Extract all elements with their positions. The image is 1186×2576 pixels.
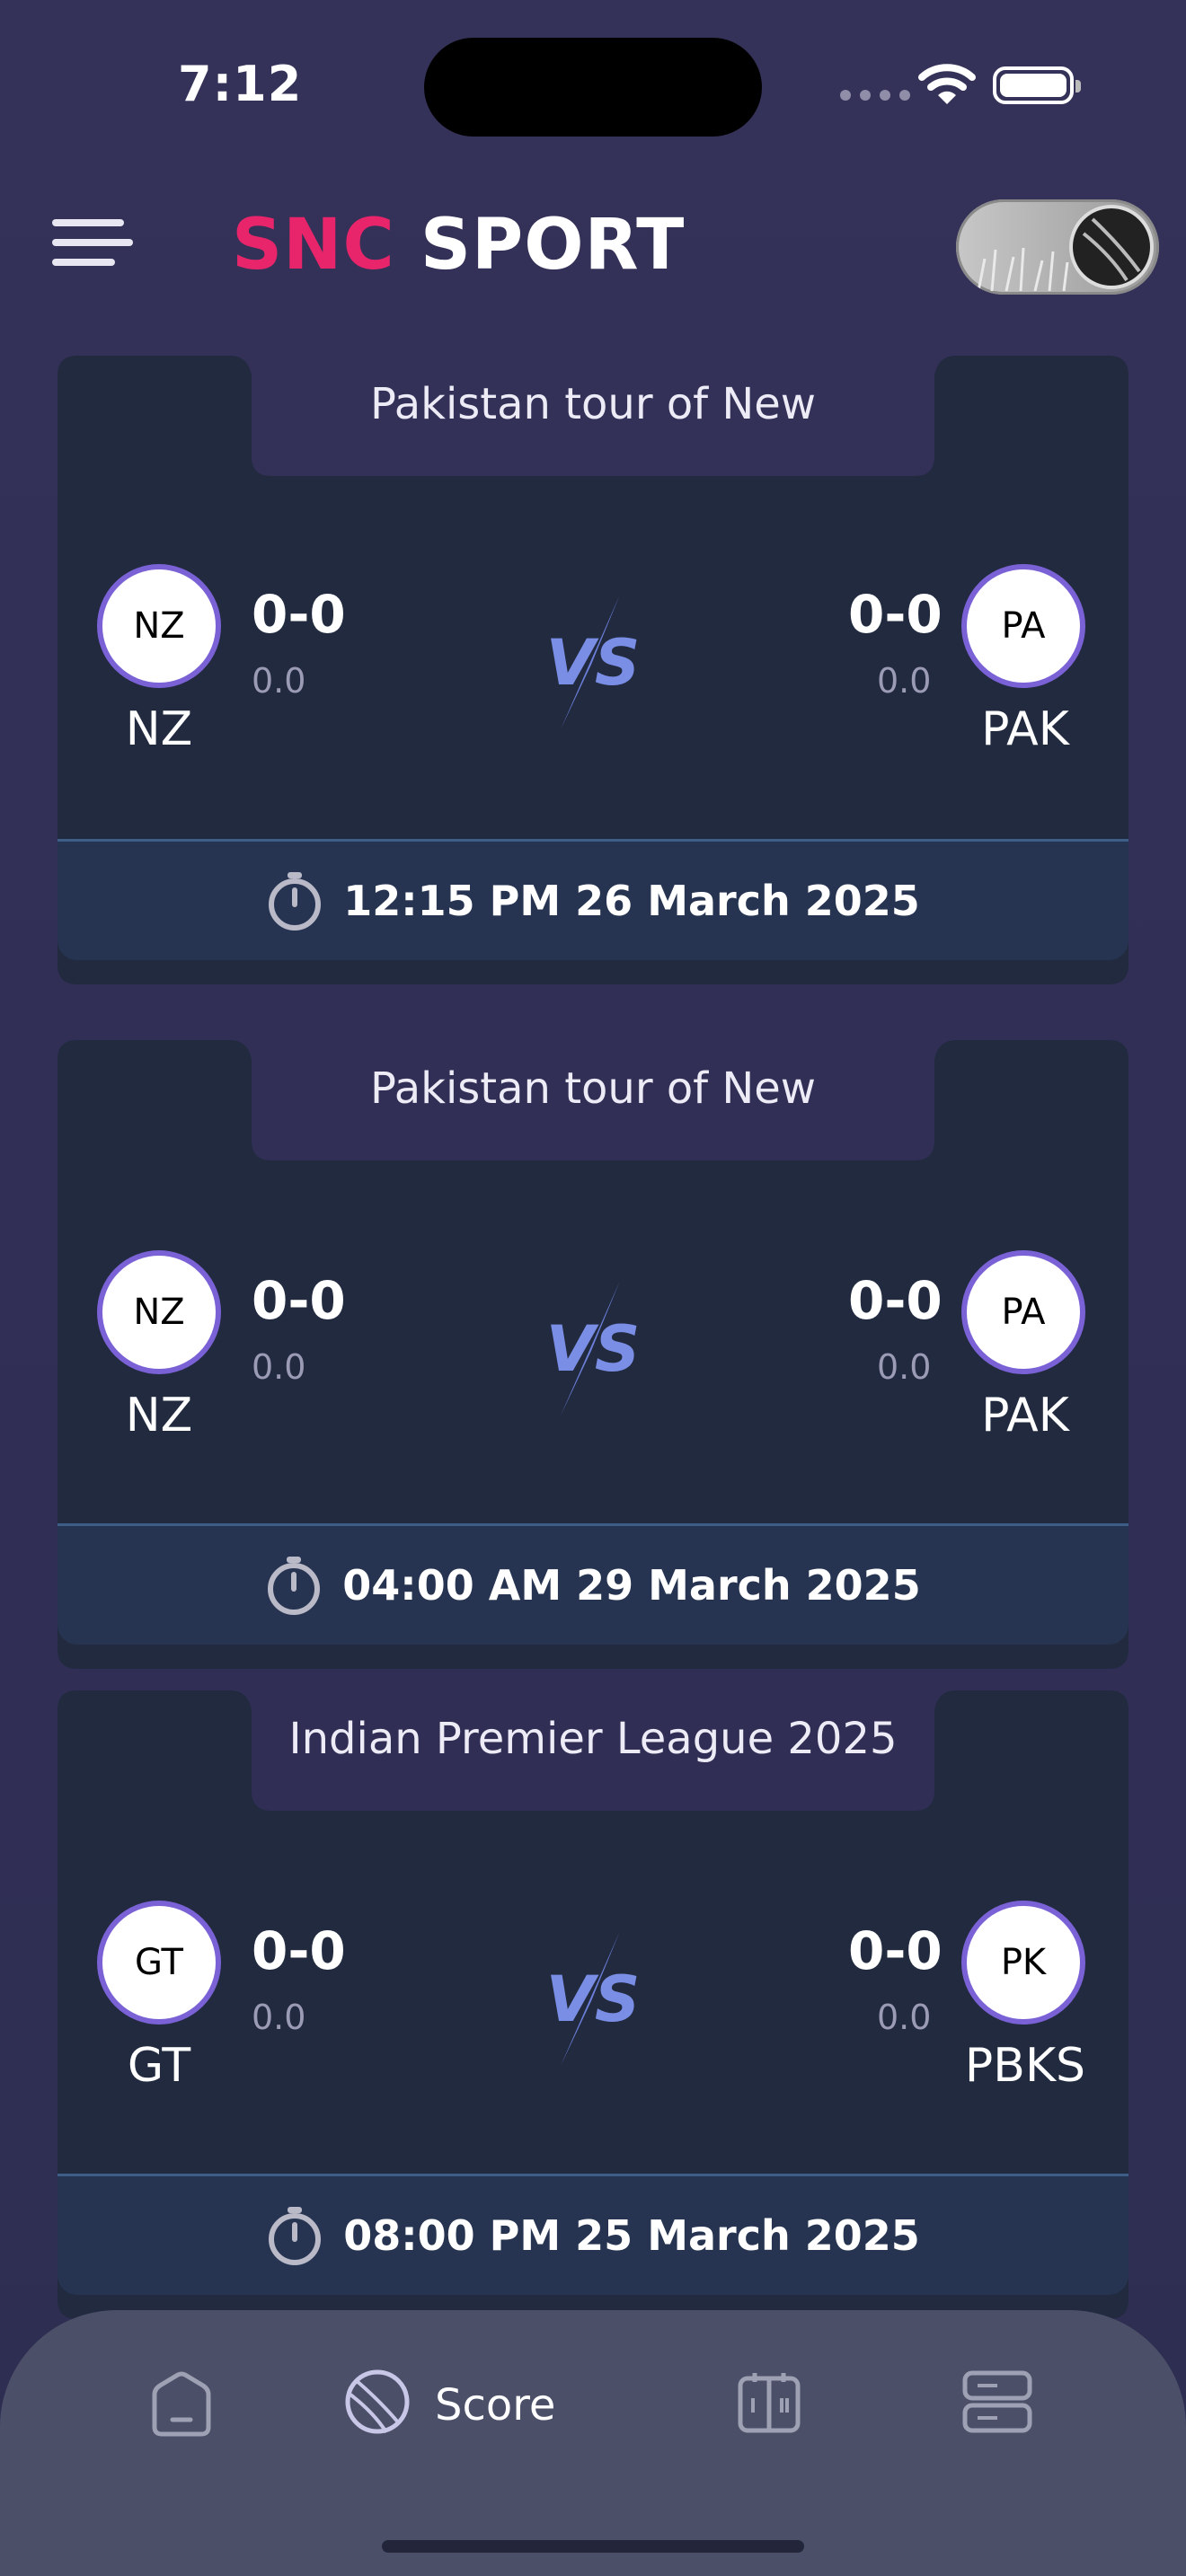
team1-abbr: NZ xyxy=(125,1389,193,1442)
stopwatch-icon xyxy=(269,872,322,931)
team2-abbr: PAK xyxy=(981,1389,1069,1442)
signal-dots-icon xyxy=(840,90,910,101)
match-datetime: 12:15 PM 26 March 2025 xyxy=(343,877,920,925)
wifi-icon xyxy=(918,64,976,104)
match-datetime: 04:00 AM 29 March 2025 xyxy=(342,1561,921,1610)
match-title: Indian Premier League 2025 xyxy=(288,1714,898,1764)
team1-score: 0-0 xyxy=(252,1270,346,1331)
app-brand: SNC SPORT xyxy=(232,205,685,286)
status-time: 7:12 xyxy=(178,56,303,112)
brand-accent: SNC xyxy=(232,205,395,286)
stopwatch-icon xyxy=(269,2207,322,2265)
team2-logo: PA xyxy=(961,564,1085,688)
home-indicator[interactable] xyxy=(382,2540,804,2553)
vs-icon: VS xyxy=(546,1281,641,1416)
team2-score: 0-0 xyxy=(848,1270,943,1331)
team1-logo: NZ xyxy=(97,564,221,688)
team1-score: 0-0 xyxy=(252,1920,346,1981)
svg-text:VS: VS xyxy=(546,1963,641,2036)
match-time-bar: 08:00 PM 25 March 2025 xyxy=(58,2174,1128,2295)
team2-overs: 0.0 xyxy=(877,1347,932,1387)
sport-toggle[interactable] xyxy=(956,199,1159,295)
menu-icon[interactable] xyxy=(52,219,133,273)
svg-text:VS: VS xyxy=(546,1312,641,1386)
stopwatch-icon xyxy=(268,1557,321,1615)
ball-icon[interactable] xyxy=(343,2368,412,2436)
team1-logo: GT xyxy=(97,1901,221,2025)
svg-text:VS: VS xyxy=(546,626,641,700)
team2-overs: 0.0 xyxy=(877,1998,932,2037)
team2-overs: 0.0 xyxy=(877,661,932,701)
team2-abbr: PAK xyxy=(981,702,1069,756)
team1-overs: 0.0 xyxy=(252,661,306,701)
match-datetime: 08:00 PM 25 March 2025 xyxy=(343,2211,920,2260)
match-card[interactable]: Indian Premier League 2025 GT GT 0-0 0.0… xyxy=(58,1690,1128,2319)
cricket-ball-icon xyxy=(1069,205,1154,289)
match-card[interactable]: Pakistan tour of New NZ NZ 0-0 0.0 VS 0-… xyxy=(58,1040,1128,1669)
home-icon[interactable] xyxy=(147,2368,216,2439)
team2-abbr: PBKS xyxy=(964,2039,1086,2093)
match-title: Pakistan tour of New xyxy=(369,1063,817,1114)
team1-overs: 0.0 xyxy=(252,1347,306,1387)
team1-logo: NZ xyxy=(97,1250,221,1374)
team2-logo: PK xyxy=(961,1901,1085,2025)
match-time-bar: 12:15 PM 26 March 2025 xyxy=(58,839,1128,960)
vs-icon: VS xyxy=(546,595,641,729)
team1-overs: 0.0 xyxy=(252,1998,306,2037)
list-icon[interactable] xyxy=(961,2368,1033,2436)
scoreboard-icon[interactable] xyxy=(735,2368,803,2436)
team2-score: 0-0 xyxy=(848,584,943,645)
battery-icon xyxy=(993,66,1081,104)
team2-logo: PA xyxy=(961,1250,1085,1374)
match-time-bar: 04:00 AM 29 March 2025 xyxy=(58,1523,1128,1645)
match-card[interactable]: Pakistan tour of New NZ NZ 0-0 0.0 VS 0-… xyxy=(58,356,1128,984)
brand-main: SPORT xyxy=(420,205,686,286)
team1-score: 0-0 xyxy=(252,584,346,645)
match-title: Pakistan tour of New xyxy=(369,379,817,429)
nav-score-label[interactable]: Score xyxy=(435,2380,555,2430)
grass-icon xyxy=(977,247,1069,291)
team2-score: 0-0 xyxy=(848,1920,943,1981)
vs-icon: VS xyxy=(546,1931,641,2066)
bottom-nav xyxy=(0,2310,1186,2576)
team1-abbr: GT xyxy=(127,2039,191,2093)
dynamic-island xyxy=(424,38,762,137)
team1-abbr: NZ xyxy=(125,702,193,756)
